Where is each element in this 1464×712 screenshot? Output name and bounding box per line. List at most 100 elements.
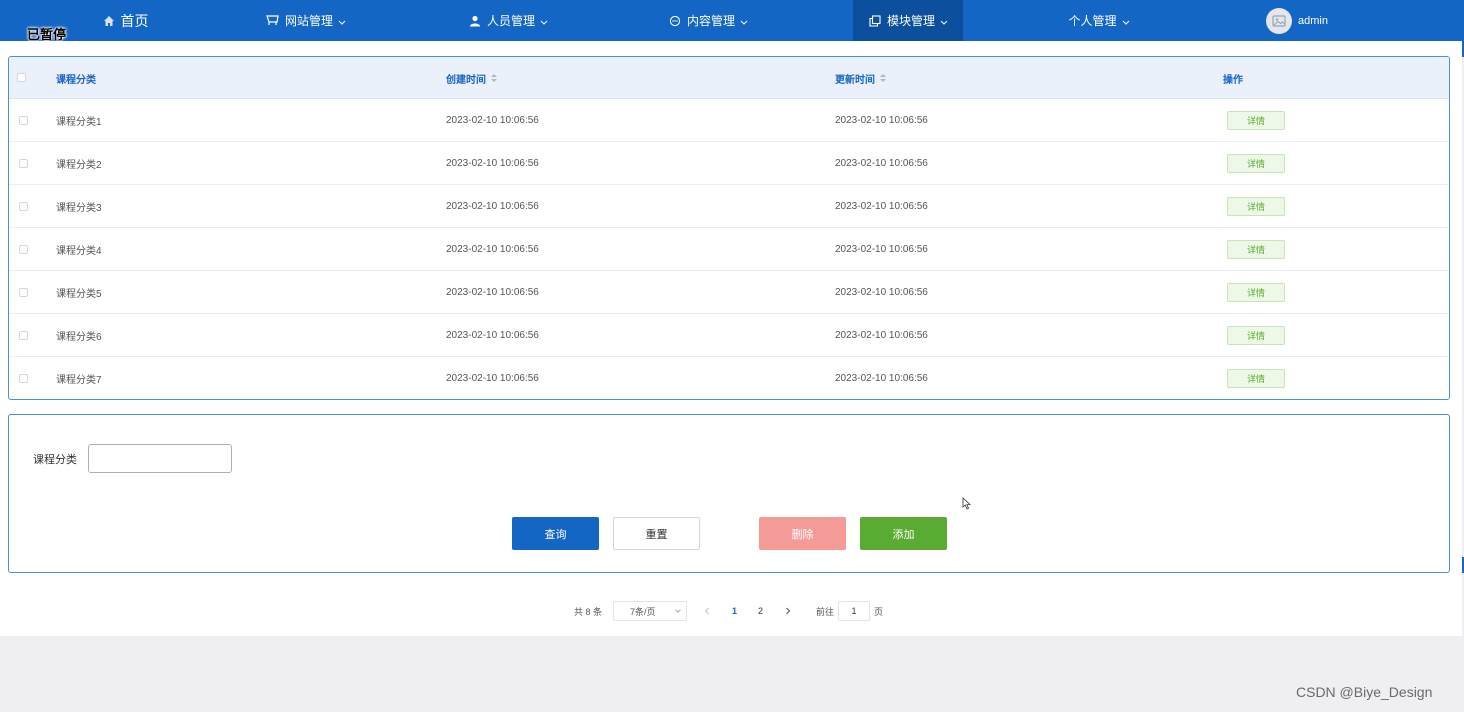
header-category: 课程分类	[56, 74, 96, 86]
nav-content-management[interactable]: 内容管理	[660, 0, 756, 41]
nav-site-management-label: 网站管理	[284, 14, 333, 28]
pagination: 共 8 条 7条/页 1 2 前往 1 页	[0, 601, 1462, 621]
cell-created: 2023-02-10 10:06:56	[446, 330, 539, 341]
user-menu[interactable]: admin	[1262, 0, 1332, 41]
detail-button[interactable]: 详情	[1227, 154, 1285, 173]
goto-suffix: 页	[874, 606, 884, 617]
chevron-down-icon	[1122, 14, 1130, 28]
nav-home[interactable]: 首页	[92, 0, 158, 41]
chevron-down-icon	[740, 14, 748, 28]
nav-home-label: 首页	[120, 12, 149, 29]
goto-prefix: 前往	[816, 606, 835, 617]
goto-page-input[interactable]: 1	[838, 601, 870, 621]
reset-button[interactable]: 重置	[613, 517, 700, 550]
page-size-value: 7条/页	[630, 606, 656, 617]
row-checkbox[interactable]	[19, 159, 28, 168]
cell-category: 课程分类1	[56, 117, 102, 128]
cell-updated: 2023-02-10 10:06:56	[835, 373, 928, 384]
username: admin	[1298, 14, 1328, 27]
row-checkbox[interactable]	[19, 116, 28, 125]
nav-people-management-label: 人员管理	[486, 14, 535, 28]
cell-updated: 2023-02-10 10:06:56	[835, 244, 928, 255]
table-row: 课程分类6 2023-02-10 10:06:56 2023-02-10 10:…	[9, 314, 1449, 357]
cell-created: 2023-02-10 10:06:56	[446, 244, 539, 255]
cell-updated: 2023-02-10 10:06:56	[835, 330, 928, 341]
table-row: 课程分类3 2023-02-10 10:06:56 2023-02-10 10:…	[9, 185, 1449, 228]
select-all-checkbox[interactable]	[17, 73, 26, 82]
detail-button[interactable]: 详情	[1227, 111, 1285, 130]
watermark: CSDN @Biye_Design	[1296, 684, 1433, 700]
table-row: 课程分类5 2023-02-10 10:06:56 2023-02-10 10:…	[9, 271, 1449, 314]
cell-updated: 2023-02-10 10:06:56	[835, 158, 928, 169]
add-button[interactable]: 添加	[860, 517, 947, 550]
sort-icon[interactable]	[880, 74, 886, 82]
category-table: 课程分类 创建时间 更新时间 操作 课程分类1 2023-02-10 10:06…	[8, 56, 1450, 400]
detail-button[interactable]: 详情	[1227, 326, 1285, 345]
next-page-icon[interactable]	[785, 601, 791, 621]
shop-icon	[266, 14, 280, 28]
cell-created: 2023-02-10 10:06:56	[446, 115, 539, 126]
detail-button[interactable]: 详情	[1227, 369, 1285, 388]
cell-category: 课程分类5	[56, 289, 102, 300]
nav-people-management[interactable]: 人员管理	[459, 0, 557, 41]
cell-category: 课程分类2	[56, 160, 102, 171]
cell-category: 课程分类3	[56, 203, 102, 214]
nav-site-management[interactable]: 网站管理	[258, 0, 354, 41]
cell-created: 2023-02-10 10:06:56	[446, 373, 539, 384]
table-row: 课程分类7 2023-02-10 10:06:56 2023-02-10 10:…	[9, 357, 1449, 399]
chevron-down-icon	[338, 14, 346, 28]
top-nav-bar: 首页 网站管理 人员管理 内容管理 模块管理 个人管理 admin	[0, 0, 1464, 41]
cell-created: 2023-02-10 10:06:56	[446, 201, 539, 212]
chat-bubble-icon	[668, 14, 682, 28]
nav-module-management-label: 模块管理	[886, 14, 935, 28]
page-size-select[interactable]: 7条/页	[613, 601, 687, 621]
sort-icon[interactable]	[491, 74, 497, 82]
prev-page-icon[interactable]	[704, 601, 710, 621]
header-created[interactable]: 创建时间	[446, 57, 497, 99]
page-number[interactable]: 2	[758, 601, 763, 621]
row-checkbox[interactable]	[19, 202, 28, 211]
row-checkbox[interactable]	[19, 288, 28, 297]
chevron-down-icon	[675, 607, 681, 613]
nav-module-management[interactable]: 模块管理	[853, 0, 963, 41]
cell-created: 2023-02-10 10:06:56	[446, 158, 539, 169]
row-checkbox[interactable]	[19, 331, 28, 340]
cell-created: 2023-02-10 10:06:56	[446, 287, 539, 298]
image-placeholder-icon	[1272, 14, 1286, 27]
page-number[interactable]: 1	[732, 601, 737, 621]
chevron-down-icon	[940, 14, 948, 28]
nav-personal-management-label: 个人管理	[1068, 14, 1117, 28]
user-icon	[468, 14, 482, 28]
header-actions: 操作	[1223, 74, 1243, 86]
header-updated-label: 更新时间	[835, 74, 875, 86]
category-search-input[interactable]	[88, 444, 232, 473]
cell-updated: 2023-02-10 10:06:56	[835, 287, 928, 298]
row-checkbox[interactable]	[19, 374, 28, 383]
row-checkbox[interactable]	[19, 245, 28, 254]
query-button[interactable]: 查询	[512, 517, 599, 550]
copy-icon	[868, 14, 882, 28]
cell-updated: 2023-02-10 10:06:56	[835, 201, 928, 212]
avatar	[1266, 7, 1293, 34]
table-row: 课程分类1 2023-02-10 10:06:56 2023-02-10 10:…	[9, 99, 1449, 142]
table-row: 课程分类2 2023-02-10 10:06:56 2023-02-10 10:…	[9, 142, 1449, 185]
delete-button[interactable]: 删除	[759, 517, 846, 550]
nav-personal-management[interactable]: 个人管理	[1054, 0, 1144, 41]
cell-category: 课程分类4	[56, 246, 102, 257]
table-header: 课程分类 创建时间 更新时间 操作	[9, 57, 1449, 99]
cell-category: 课程分类6	[56, 332, 102, 343]
detail-button[interactable]: 详情	[1227, 197, 1285, 216]
header-updated[interactable]: 更新时间	[835, 57, 886, 99]
detail-button[interactable]: 详情	[1227, 283, 1285, 302]
table-row: 课程分类4 2023-02-10 10:06:56 2023-02-10 10:…	[9, 228, 1449, 271]
nav-content-management-label: 内容管理	[686, 14, 735, 28]
detail-button[interactable]: 详情	[1227, 240, 1285, 259]
search-form: 课程分类 查询 重置 删除 添加	[8, 414, 1450, 573]
home-icon	[102, 14, 116, 28]
category-field-label: 课程分类	[33, 454, 77, 466]
pagination-total: 共 8 条	[574, 606, 603, 617]
cell-updated: 2023-02-10 10:06:56	[835, 115, 928, 126]
header-created-label: 创建时间	[446, 74, 486, 86]
mouse-cursor-icon	[962, 497, 971, 515]
chevron-down-icon	[540, 14, 548, 28]
